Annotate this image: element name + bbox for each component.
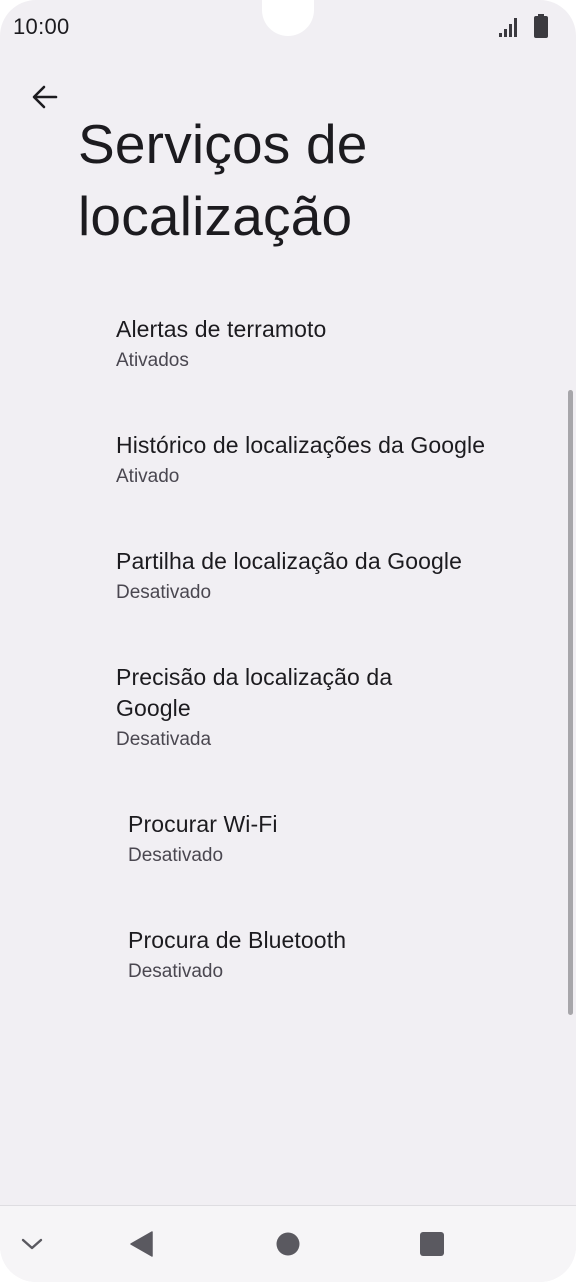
phone-screen: 10:00 Serviços de localização Alertas de…	[0, 0, 576, 1282]
status-icons	[498, 14, 548, 38]
item-title: Histórico de localizações da Google	[116, 432, 486, 458]
chevron-down-icon	[19, 1231, 45, 1262]
item-summary: Ativados	[116, 350, 189, 371]
signal-icon	[498, 16, 520, 38]
nav-home-button[interactable]	[268, 1226, 308, 1266]
list-item-wifi-scanning[interactable]: Procurar Wi-Fi Desativado	[0, 809, 576, 869]
item-title: Alertas de terramoto	[116, 316, 327, 342]
nav-recents-button[interactable]	[412, 1226, 452, 1266]
nav-collapse-button[interactable]	[12, 1226, 52, 1266]
item-summary: Desativada	[116, 729, 212, 750]
back-button[interactable]	[22, 76, 68, 122]
nav-back-button[interactable]	[122, 1226, 162, 1266]
list-item-earthquake-alerts[interactable]: Alertas de terramoto Ativados	[0, 314, 576, 374]
camera-notch	[262, 0, 314, 36]
scrollbar[interactable]	[568, 390, 573, 1015]
item-summary: Desativado	[116, 582, 212, 603]
status-time: 10:00	[13, 14, 70, 39]
item-title: Partilha de localização da Google	[116, 548, 462, 574]
back-triangle-icon	[128, 1230, 156, 1263]
home-circle-icon	[275, 1231, 301, 1262]
page-title: Serviços de localização	[78, 113, 368, 247]
recents-square-icon	[419, 1231, 445, 1262]
status-bar: 10:00	[0, 0, 576, 54]
list-item-location-accuracy[interactable]: Precisão da localização da Google Desati…	[0, 662, 436, 753]
list-item-location-sharing[interactable]: Partilha de localização da Google Desati…	[0, 546, 576, 606]
battery-icon	[534, 14, 548, 38]
list-item-location-history[interactable]: Histórico de localizações da Google Ativ…	[0, 430, 576, 490]
item-summary: Desativado	[128, 961, 224, 982]
item-title: Procura de Bluetooth	[128, 927, 347, 953]
arrow-back-icon	[30, 82, 60, 117]
item-summary: Ativado	[116, 466, 180, 487]
item-summary: Desativado	[128, 845, 224, 866]
item-title: Procurar Wi-Fi	[128, 811, 278, 837]
navigation-bar	[0, 1205, 576, 1282]
item-title: Precisão da localização da Google	[116, 664, 393, 721]
list-item-bluetooth-scanning[interactable]: Procura de Bluetooth Desativado	[0, 925, 576, 985]
